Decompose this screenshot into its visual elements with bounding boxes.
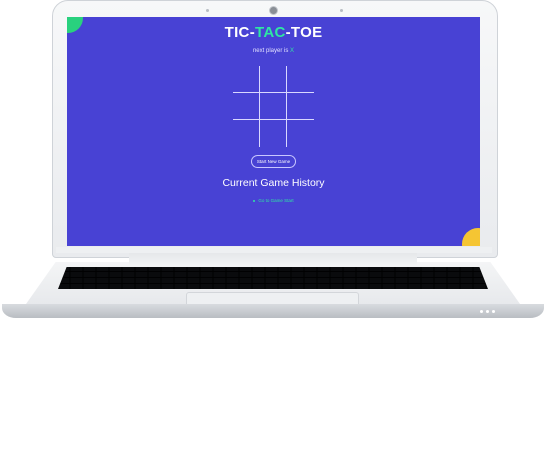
game-board (233, 66, 314, 147)
next-player-mark: X (290, 48, 295, 54)
laptop-trackpad (186, 292, 359, 304)
board-square[interactable] (287, 93, 314, 120)
title-part: TIC- (224, 24, 255, 41)
board-square[interactable] (260, 66, 287, 93)
history-heading: Current Game History (222, 177, 325, 189)
board-square[interactable] (233, 120, 260, 147)
webcam-icon (269, 6, 278, 15)
sensor-dot (206, 9, 209, 12)
status-text: next player is X (67, 48, 480, 54)
history-item-link[interactable]: Go to Game Start (258, 198, 293, 203)
sensor-dot (340, 9, 343, 12)
title-accent: TAC (254, 24, 286, 41)
status-light-icon (480, 310, 483, 313)
board-square[interactable] (287, 120, 314, 147)
board-square[interactable] (287, 66, 314, 93)
laptop-keyboard (58, 267, 488, 289)
page-title: TIC-TAC-TOE (67, 24, 480, 41)
title-part: -TOE (285, 24, 323, 41)
list-bullet-icon (253, 199, 256, 202)
laptop-base-edge (2, 304, 544, 318)
status-light-icon (486, 310, 489, 313)
next-player-label: next player is (252, 48, 290, 54)
history-list: Go to Game Start (67, 198, 480, 203)
status-light-icon (492, 310, 495, 313)
app-screen: TIC-TAC-TOE next player is X Start New G… (67, 17, 480, 246)
board-square[interactable] (260, 93, 287, 120)
decorative-corner-circle (462, 228, 480, 246)
board-square[interactable] (260, 120, 287, 147)
board-square[interactable] (233, 66, 260, 93)
start-new-game-button[interactable]: Start New Game (251, 155, 296, 168)
hinge-strip (129, 253, 417, 266)
board-square[interactable] (233, 93, 260, 120)
